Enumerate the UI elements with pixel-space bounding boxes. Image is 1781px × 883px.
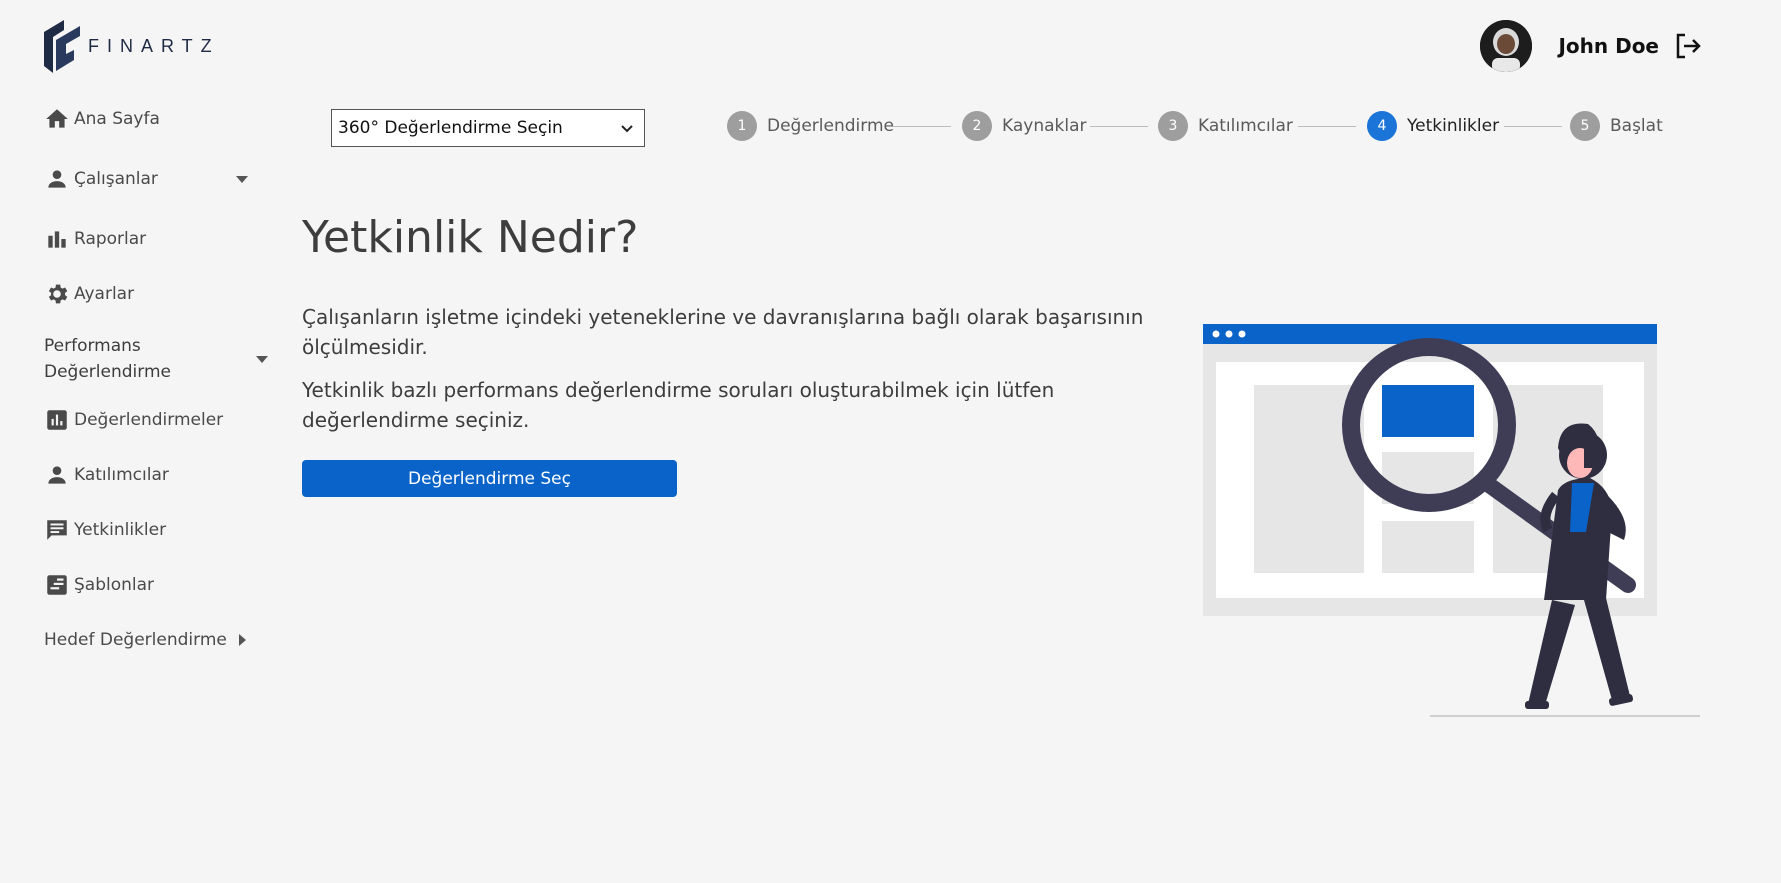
sidebar-item-participants[interactable]: Katılımcılar (44, 460, 274, 490)
sidebar-item-employees[interactable]: Çalışanlar (44, 164, 274, 194)
sidebar-item-goal-evaluation[interactable]: Hedef Değerlendirme (44, 625, 274, 655)
step-3[interactable]: 3 Katılımcılar (1158, 111, 1293, 141)
bar-chart-icon (44, 226, 70, 252)
sidebar-item-settings[interactable]: Ayarlar (44, 279, 274, 309)
home-icon (44, 106, 70, 132)
chevron-down-icon (621, 125, 633, 133)
evaluation-select-value: 360° Değerlendirme Seçin (338, 118, 563, 138)
person-icon (44, 166, 70, 192)
page-title: Yetkinlik Nedir? (302, 212, 639, 263)
group-title-line1: Performans (44, 336, 141, 356)
step-connector (893, 126, 951, 127)
sidebar-item-reports[interactable]: Raporlar (44, 224, 274, 254)
step-number: 3 (1158, 111, 1188, 141)
step-4[interactable]: 4 Yetkinlikler (1367, 111, 1499, 141)
step-number: 4 (1367, 111, 1397, 141)
step-2[interactable]: 2 Kaynaklar (962, 111, 1087, 141)
sidebar-item-label: Katılımcılar (74, 465, 169, 485)
chart-square-icon (44, 407, 70, 433)
sidebar-item-label: Ana Sayfa (74, 109, 160, 129)
message-icon (44, 517, 70, 543)
step-label: Değerlendirme (767, 116, 894, 136)
user-name: John Doe (1558, 34, 1659, 58)
sidebar-item-label: Çalışanlar (74, 169, 158, 189)
sidebar-item-label: Şablonlar (74, 575, 155, 595)
search-illustration (1203, 324, 1700, 717)
step-5[interactable]: 5 Başlat (1570, 111, 1663, 141)
sidebar-item-competencies[interactable]: Yetkinlikler (44, 515, 274, 545)
step-connector (1090, 126, 1148, 127)
sidebar-item-home[interactable]: Ana Sayfa (44, 104, 274, 134)
step-number: 2 (962, 111, 992, 141)
sidebar-item-evaluations[interactable]: Değerlendirmeler (44, 405, 274, 435)
step-number: 5 (1570, 111, 1600, 141)
app-root: FINARTZ John Doe Ana Sayfa Çalışanlar Ra… (0, 0, 1781, 883)
description-paragraph: Çalışanların işletme içindeki yetenekler… (302, 305, 1144, 359)
step-number: 1 (727, 111, 757, 141)
sidebar-item-label: Değerlendirmeler (74, 410, 224, 430)
chevron-right-icon[interactable] (238, 634, 246, 646)
chevron-down-icon[interactable] (256, 356, 268, 363)
step-label: Kaynaklar (1002, 116, 1087, 136)
select-evaluation-button[interactable]: Değerlendirme Seç (302, 460, 677, 497)
chevron-down-icon[interactable] (236, 176, 248, 183)
brand-name: FINARTZ (88, 36, 220, 56)
gear-icon (44, 281, 70, 307)
template-icon (44, 572, 70, 598)
step-label: Başlat (1610, 116, 1663, 136)
sidebar-item-label: Yetkinlikler (74, 520, 167, 540)
person-icon (44, 462, 70, 488)
brand-logo[interactable]: FINARTZ (44, 20, 220, 73)
step-label: Katılımcılar (1198, 116, 1293, 136)
avatar[interactable] (1480, 20, 1533, 72)
sidebar-item-label: Hedef Değerlendirme (44, 630, 227, 650)
sidebar: Ana Sayfa Çalışanlar Raporlar Ayarlar Pe… (44, 104, 274, 655)
group-title-line2: Değerlendirme (44, 362, 171, 382)
evaluation-select[interactable]: 360° Değerlendirme Seçin (331, 109, 645, 147)
instruction-paragraph: Yetkinlik bazlı performans değerlendirme… (302, 378, 1055, 432)
logout-icon[interactable] (1673, 31, 1703, 61)
step-1[interactable]: 1 Değerlendirme (727, 111, 894, 141)
sidebar-group-performance[interactable]: Performans Değerlendirme (44, 333, 274, 385)
finartz-logo-icon (44, 20, 80, 73)
sidebar-item-label: Raporlar (74, 229, 147, 249)
sidebar-item-label: Ayarlar (74, 284, 135, 304)
step-connector (1298, 126, 1356, 127)
step-label: Yetkinlikler (1407, 116, 1500, 136)
user-menu: John Doe (1480, 20, 1703, 72)
step-connector (1504, 126, 1562, 127)
sidebar-item-templates[interactable]: Şablonlar (44, 570, 274, 600)
